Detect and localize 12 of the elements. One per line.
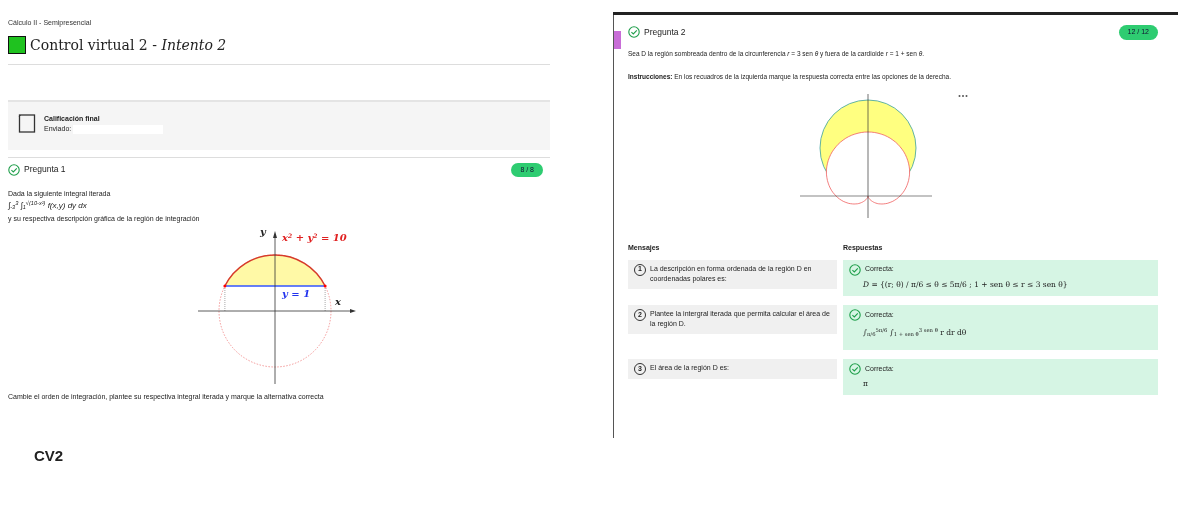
line-label: y = 1 [282, 287, 311, 301]
curve-label: x$^{2}$ + y$^{2}$ = 10 [282, 231, 347, 245]
logo-icon [8, 36, 26, 54]
question-title: Pregunta 2 [644, 25, 686, 39]
more-icon[interactable] [958, 94, 968, 98]
axis-label: x [335, 295, 341, 309]
question-title: Pregunta 1 [24, 163, 66, 177]
page-title: Control virtual 2 - Intento 2 [30, 35, 227, 55]
integral-formula: ∫$_{-3}$$^{3}$ ∫$_{1}$$^{√(10-x²)}$ f(x,y) dy dx [8, 199, 88, 212]
axis-label: y [260, 225, 266, 239]
footer-label: CV2 [34, 445, 65, 466]
document-icon [18, 113, 36, 133]
